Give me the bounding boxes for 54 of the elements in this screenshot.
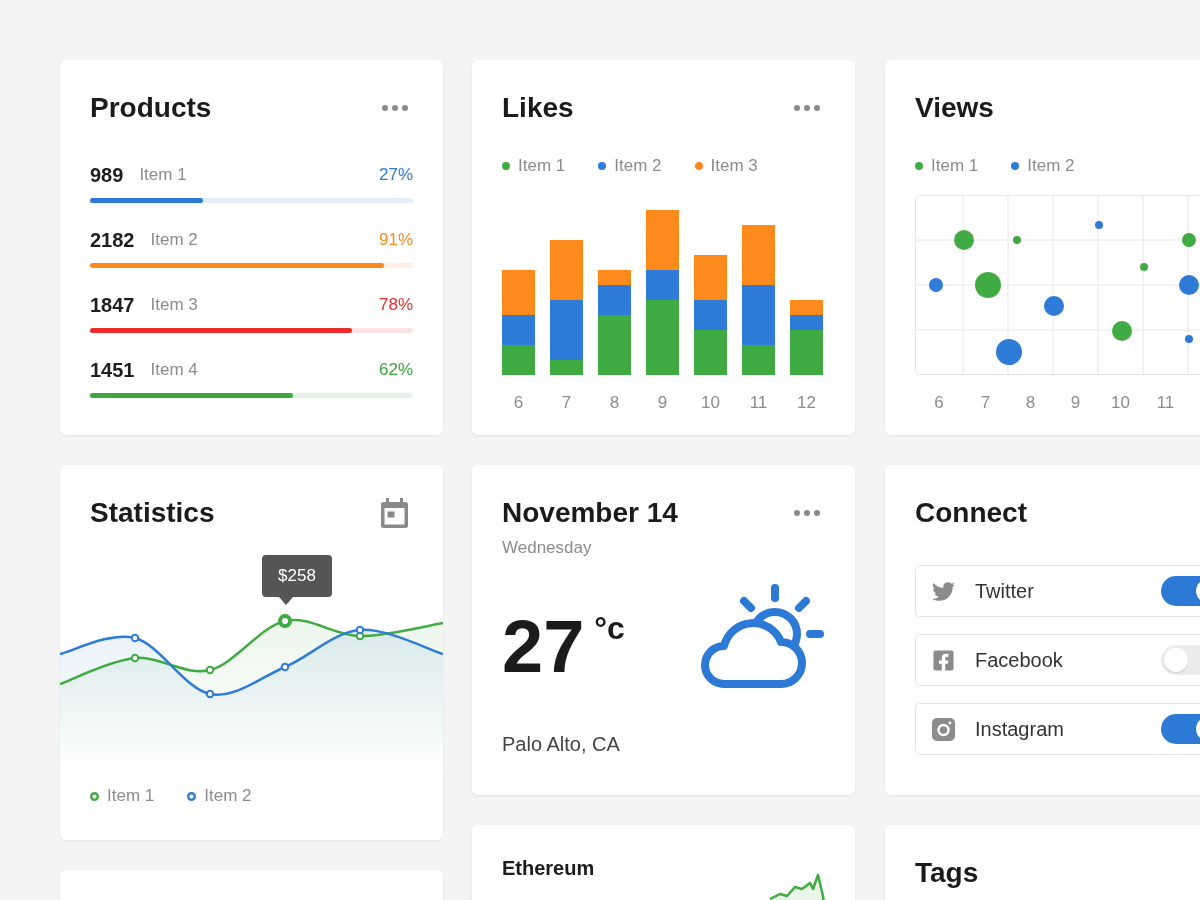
- axis-label: 7: [560, 393, 573, 413]
- item-count: 989: [90, 163, 124, 187]
- card-title: November 14: [502, 496, 678, 530]
- item-label: Item 4: [150, 360, 198, 380]
- bird-icon: [932, 579, 955, 603]
- card-title: Statistics: [90, 496, 215, 530]
- weekday: Wednesday: [502, 538, 593, 558]
- account-label: Twitter: [975, 579, 1034, 603]
- axis-label: 10: [700, 393, 721, 413]
- camera-icon: [932, 717, 955, 741]
- axis-label: 12: [796, 393, 817, 413]
- location: Palo Alto, CA: [502, 732, 621, 756]
- legend-label: Item 1: [931, 156, 979, 176]
- axis-label: 6: [512, 393, 525, 413]
- account-label: Instagram: [975, 717, 1064, 741]
- axis-label: 6: [933, 393, 945, 413]
- card-title: Products: [90, 91, 212, 125]
- item-count: 1451: [90, 358, 135, 382]
- card-title: Tags: [915, 856, 980, 890]
- legend-label: Item 1: [107, 786, 155, 806]
- more-icon[interactable]: [794, 105, 820, 111]
- letter-f-icon: [932, 648, 955, 672]
- card-title: Ethereum: [502, 856, 595, 880]
- more-icon[interactable]: [382, 105, 408, 111]
- calendar-icon[interactable]: [381, 498, 408, 528]
- percentage: 27%: [378, 165, 413, 185]
- legend-label: Item 2: [1027, 156, 1075, 176]
- percentage: 62%: [378, 360, 413, 380]
- axis-label: 11: [1155, 393, 1176, 413]
- axis-label: 9: [656, 393, 669, 413]
- item-label: Item 2: [150, 230, 198, 250]
- legend-label: Item 2: [204, 786, 252, 806]
- axis-label: 8: [608, 393, 621, 413]
- legend-label: Item 3: [710, 156, 758, 176]
- item-count: 2182: [90, 228, 135, 252]
- temperature-unit: °c: [594, 612, 625, 644]
- axis-label: 10: [1110, 393, 1131, 413]
- legend-label: Item 2: [614, 156, 662, 176]
- item-count: 1847: [90, 293, 135, 317]
- more-icon[interactable]: [794, 510, 820, 516]
- axis-label: 7: [979, 393, 992, 413]
- percentage: 91%: [378, 230, 413, 250]
- axis-label: 8: [1024, 393, 1037, 413]
- axis-label: 11: [748, 393, 769, 413]
- card-title: Likes: [502, 91, 574, 125]
- axis-label: 9: [1069, 393, 1082, 413]
- legend-label: Item 1: [518, 156, 566, 176]
- temperature: 27: [502, 610, 585, 684]
- card-title: Views: [915, 91, 995, 125]
- card-title: Connect: [915, 496, 1028, 530]
- item-label: Item 3: [150, 295, 198, 315]
- percentage: 78%: [378, 295, 413, 315]
- item-label: Item 1: [139, 165, 187, 185]
- account-label: Facebook: [975, 648, 1063, 672]
